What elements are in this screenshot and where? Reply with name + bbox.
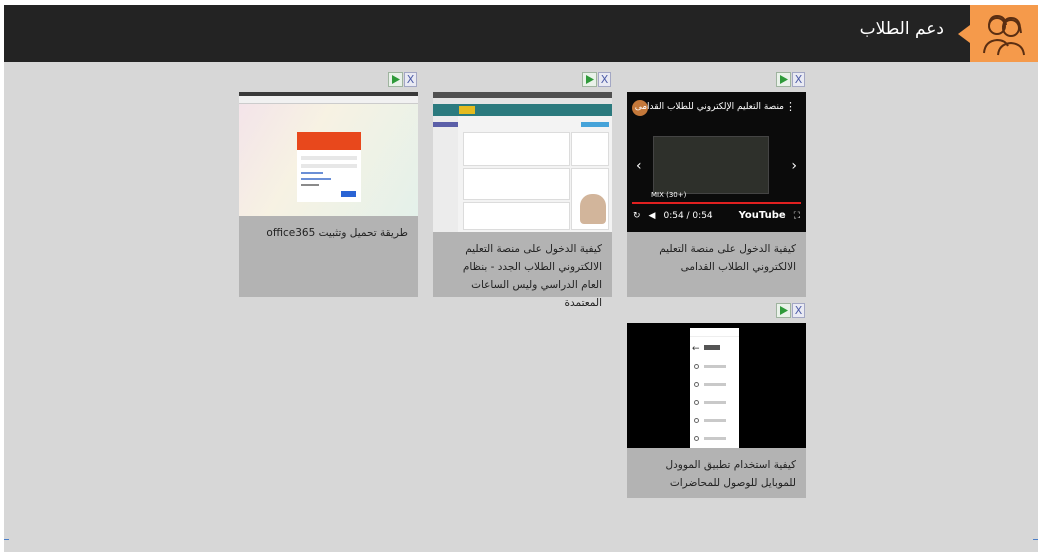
video-card[interactable]: X كيفية الدخول على منصة التعليم الالكترو… <box>433 72 612 309</box>
play-button[interactable] <box>776 303 791 318</box>
yt-video-title: منصة التعليم الإلكتروني للطلاب القدامى <box>634 102 784 112</box>
phone-statusbar <box>690 328 739 337</box>
play-icon <box>780 306 788 315</box>
search-icon <box>694 382 699 387</box>
login-link <box>301 184 319 186</box>
site-panel <box>463 132 570 166</box>
search-suggestion <box>694 382 735 388</box>
students-icon <box>970 5 1038 62</box>
login-link <box>301 178 331 180</box>
header-bar: دعم الطلاب <box>4 5 1038 62</box>
search-query <box>704 345 720 350</box>
search-icon <box>694 364 699 369</box>
youtube-logo: YouTube <box>738 210 786 221</box>
close-button[interactable]: X <box>792 72 805 87</box>
site-panel <box>463 202 570 230</box>
next-icon: › <box>791 158 797 174</box>
video-frame <box>653 136 769 194</box>
video-controls: X <box>582 72 612 88</box>
edge-marker <box>4 539 9 540</box>
edge-marker <box>1033 539 1038 540</box>
search-suggestion <box>694 400 735 406</box>
time-readout: 0:54 / 0:54 <box>663 210 713 221</box>
video-card[interactable]: X منصة التعليم الإلكتروني للطلاب القدامى… <box>627 72 806 297</box>
video-caption: كيفية الدخول على منصة التعليم الالكتروني… <box>462 243 602 309</box>
video-controls: X <box>776 72 806 88</box>
more-icon: ⋮ <box>785 100 796 113</box>
play-button[interactable] <box>776 72 791 87</box>
phone-screen: ← <box>690 328 739 448</box>
play-icon <box>392 75 400 84</box>
play-button[interactable] <box>582 72 597 87</box>
site-button <box>581 122 609 127</box>
back-arrow-icon: ← <box>692 344 700 354</box>
video-controls: X <box>776 303 806 319</box>
close-button[interactable]: X <box>598 72 611 87</box>
site-widget <box>571 132 609 166</box>
site-sidebar <box>433 116 458 232</box>
site-logo <box>459 106 475 114</box>
login-banner <box>297 132 361 150</box>
search-icon <box>694 418 699 423</box>
sidebar-selection <box>433 122 458 127</box>
sign-in-button <box>341 191 356 197</box>
search-suggestion <box>694 418 735 424</box>
replay-icon: ↻ <box>633 210 641 221</box>
fullscreen-icon: ⛶ <box>793 210 800 221</box>
search-suggestion <box>694 436 735 442</box>
title-arrow-icon <box>958 25 970 43</box>
login-link <box>301 172 323 174</box>
video-controls: X <box>388 72 418 88</box>
browser-addressbar <box>239 96 418 104</box>
video-thumbnail[interactable] <box>239 92 418 216</box>
video-thumbnail[interactable]: ← <box>627 323 806 448</box>
video-card[interactable]: X طريقة تحميل وتثبيت office365 <box>239 72 418 297</box>
page-title: دعم الطلاب <box>859 19 944 39</box>
video-caption: كيفية استخدام تطبيق الموودل للموبايل للو… <box>665 459 797 489</box>
search-icon <box>694 436 699 441</box>
site-panel <box>463 168 570 200</box>
presenter-avatar <box>580 194 606 224</box>
close-button[interactable]: X <box>792 303 805 318</box>
play-button[interactable] <box>388 72 403 87</box>
login-field <box>301 164 357 168</box>
search-icon <box>694 400 699 405</box>
login-box <box>297 132 361 202</box>
video-thumbnail[interactable] <box>433 92 612 232</box>
volume-icon: ◀ <box>648 210 656 221</box>
search-suggestion <box>694 364 735 370</box>
video-caption: كيفية الدخول على منصة التعليم الالكتروني… <box>659 243 796 273</box>
video-thumbnail[interactable]: منصة التعليم الإلكتروني للطلاب القدامى ⋮… <box>627 92 806 232</box>
close-button[interactable]: X <box>404 72 417 87</box>
previous-icon: ‹ <box>636 158 642 174</box>
progress-bar <box>632 202 801 204</box>
play-icon <box>586 75 594 84</box>
mix-label: MIX (30+) <box>651 191 687 199</box>
video-card[interactable]: X ← كيفية استخدام تطبيق الموودل للموبايل… <box>627 303 806 498</box>
play-icon <box>780 75 788 84</box>
login-field <box>301 156 357 160</box>
video-caption: طريقة تحميل وتثبيت office365 <box>266 227 408 239</box>
player-controls: ↻ ◀ 0:54 / 0:54 YouTube ⛶ <box>633 210 800 221</box>
